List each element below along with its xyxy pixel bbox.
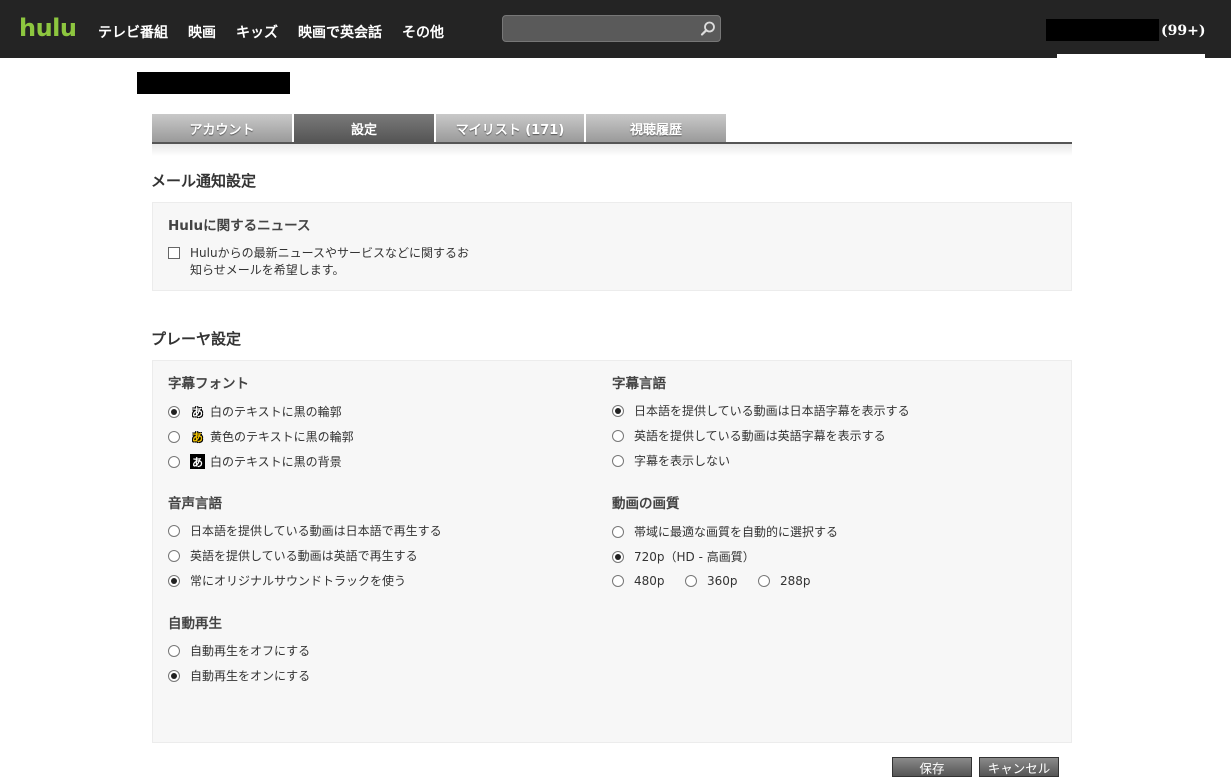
tab-shadow xyxy=(152,144,1072,156)
audio-language-title: 音声言語 xyxy=(168,496,222,512)
autoplay-title: 自動再生 xyxy=(168,616,222,632)
tab-account[interactable]: アカウント xyxy=(152,114,292,142)
nav-item-english[interactable]: 映画で英会話 xyxy=(298,22,382,42)
video-quality-radio-auto[interactable] xyxy=(612,525,624,538)
user-menu-underline xyxy=(1057,54,1205,58)
white-outline-sample-icon: あ xyxy=(192,405,203,419)
audio-language-label: 日本語を提供している動画は日本語で再生する xyxy=(190,524,442,538)
autoplay-label: 自動再生をオンにする xyxy=(190,669,311,683)
video-quality-option[interactable]: 720p（HD - 高画質） xyxy=(612,548,755,565)
subtitle-language-label: 英語を提供している動画は英語字幕を表示する xyxy=(634,429,886,443)
subtitle-font-label: 白のテキストに黒の輪郭 xyxy=(210,405,342,419)
tab-history[interactable]: 視聴履歴 xyxy=(586,114,726,142)
video-quality-radio-360p[interactable] xyxy=(685,575,697,587)
audio-language-radio-english[interactable] xyxy=(168,549,180,562)
subtitle-font-radio-yellow-outline[interactable] xyxy=(168,430,180,443)
notification-count[interactable]: (99+) xyxy=(1161,23,1205,39)
account-name-redacted xyxy=(137,72,290,94)
yellow-outline-sample-icon: あ xyxy=(192,430,203,444)
news-checkbox-row[interactable] xyxy=(168,247,190,259)
subtitle-font-option[interactable]: あ 白のテキストに黒の背景 xyxy=(168,453,342,470)
audio-language-label: 常にオリジナルサウンドトラックを使う xyxy=(190,574,407,588)
nav-item-kids[interactable]: キッズ xyxy=(236,22,278,42)
subtitle-language-option[interactable]: 英語を提供している動画は英語字幕を表示する xyxy=(612,427,886,444)
autoplay-label: 自動再生をオフにする xyxy=(190,644,311,658)
subtitle-font-radio-black-bg[interactable] xyxy=(168,455,180,468)
search-icon[interactable] xyxy=(699,20,717,38)
subtitle-language-radio-english[interactable] xyxy=(612,429,624,442)
search-input[interactable] xyxy=(509,20,689,38)
audio-language-option[interactable]: 常にオリジナルサウンドトラックを使う xyxy=(168,572,406,589)
tab-mylist[interactable]: マイリスト (171) xyxy=(436,114,584,142)
user-name-redacted[interactable] xyxy=(1046,19,1159,41)
subtitle-language-label: 字幕を表示しない xyxy=(634,454,731,468)
audio-language-radio-original[interactable] xyxy=(168,574,180,587)
autoplay-option[interactable]: 自動再生をオンにする xyxy=(168,667,310,684)
autoplay-radio-on[interactable] xyxy=(168,669,180,682)
black-background-sample-icon: あ xyxy=(190,454,205,469)
video-quality-title: 動画の画質 xyxy=(612,496,680,512)
email-section-title: メール通知設定 xyxy=(151,172,257,190)
nav-item-tv[interactable]: テレビ番組 xyxy=(98,22,168,42)
subtitle-font-title: 字幕フォント xyxy=(168,376,249,392)
autoplay-radio-off[interactable] xyxy=(168,644,180,657)
tab-settings[interactable]: 設定 xyxy=(294,114,434,142)
main-nav: テレビ番組 映画 キッズ 映画で英会話 その他 xyxy=(98,22,464,42)
video-quality-option[interactable]: 480p xyxy=(612,574,665,588)
news-label-line2: 知らせメールを希望します。 xyxy=(190,263,345,277)
subtitle-language-title: 字幕言語 xyxy=(612,376,666,392)
cancel-button[interactable]: キャンセル xyxy=(979,757,1059,777)
video-quality-label: 360p xyxy=(707,574,738,588)
video-quality-option[interactable]: 360p xyxy=(685,574,738,588)
subtitle-language-option[interactable]: 字幕を表示しない xyxy=(612,452,730,469)
subtitle-font-label: 黄色のテキストに黒の輪郭 xyxy=(210,430,354,444)
news-checkbox[interactable] xyxy=(168,247,180,259)
video-quality-label: 480p xyxy=(634,574,665,588)
subtitle-language-radio-none[interactable] xyxy=(612,454,624,467)
news-checkbox-label: Huluからの最新ニュースやサービスなどに関するお 知らせメールを希望します。 xyxy=(190,245,480,279)
video-quality-radio-720p[interactable] xyxy=(612,550,624,563)
video-quality-option[interactable]: 288p xyxy=(758,574,811,588)
video-quality-label: 720p（HD - 高画質） xyxy=(634,550,755,564)
video-quality-radio-288p[interactable] xyxy=(758,575,770,587)
nav-item-movies[interactable]: 映画 xyxy=(188,22,216,42)
subtitle-font-option[interactable]: あ 白のテキストに黒の輪郭 xyxy=(168,403,342,420)
subtitle-language-radio-japanese[interactable] xyxy=(612,404,624,417)
subtitle-language-label: 日本語を提供している動画は日本語字幕を表示する xyxy=(634,404,910,418)
subtitle-font-radio-white-outline[interactable] xyxy=(168,405,180,418)
settings-tabs: アカウント 設定 マイリスト (171) 視聴履歴 xyxy=(152,114,728,142)
audio-language-option[interactable]: 日本語を提供している動画は日本語で再生する xyxy=(168,522,442,539)
top-bar: hulu テレビ番組 映画 キッズ 映画で英会話 その他 (99+) xyxy=(0,0,1231,58)
video-quality-label: 288p xyxy=(780,574,811,588)
video-quality-label: 帯域に最適な画質を自動的に選択する xyxy=(634,525,839,539)
player-section-title: プレーヤ設定 xyxy=(151,330,242,348)
news-group-title: Huluに関するニュース xyxy=(168,218,311,234)
autoplay-option[interactable]: 自動再生をオフにする xyxy=(168,642,310,659)
subtitle-font-label: 白のテキストに黒の背景 xyxy=(210,455,342,469)
nav-item-other[interactable]: その他 xyxy=(402,22,444,42)
video-quality-radio-480p[interactable] xyxy=(612,575,624,587)
subtitle-language-option[interactable]: 日本語を提供している動画は日本語字幕を表示する xyxy=(612,402,910,419)
video-quality-option[interactable]: 帯域に最適な画質を自動的に選択する xyxy=(612,523,838,540)
audio-language-label: 英語を提供している動画は英語で再生する xyxy=(190,549,418,563)
audio-language-radio-japanese[interactable] xyxy=(168,524,180,537)
save-button[interactable]: 保存 xyxy=(892,757,972,777)
hulu-logo[interactable]: hulu xyxy=(19,14,77,42)
search-box xyxy=(502,15,721,42)
audio-language-option[interactable]: 英語を提供している動画は英語で再生する xyxy=(168,547,418,564)
subtitle-font-option[interactable]: あ 黄色のテキストに黒の輪郭 xyxy=(168,428,354,445)
news-label-line1: Huluからの最新ニュースやサービスなどに関するお xyxy=(190,246,469,260)
